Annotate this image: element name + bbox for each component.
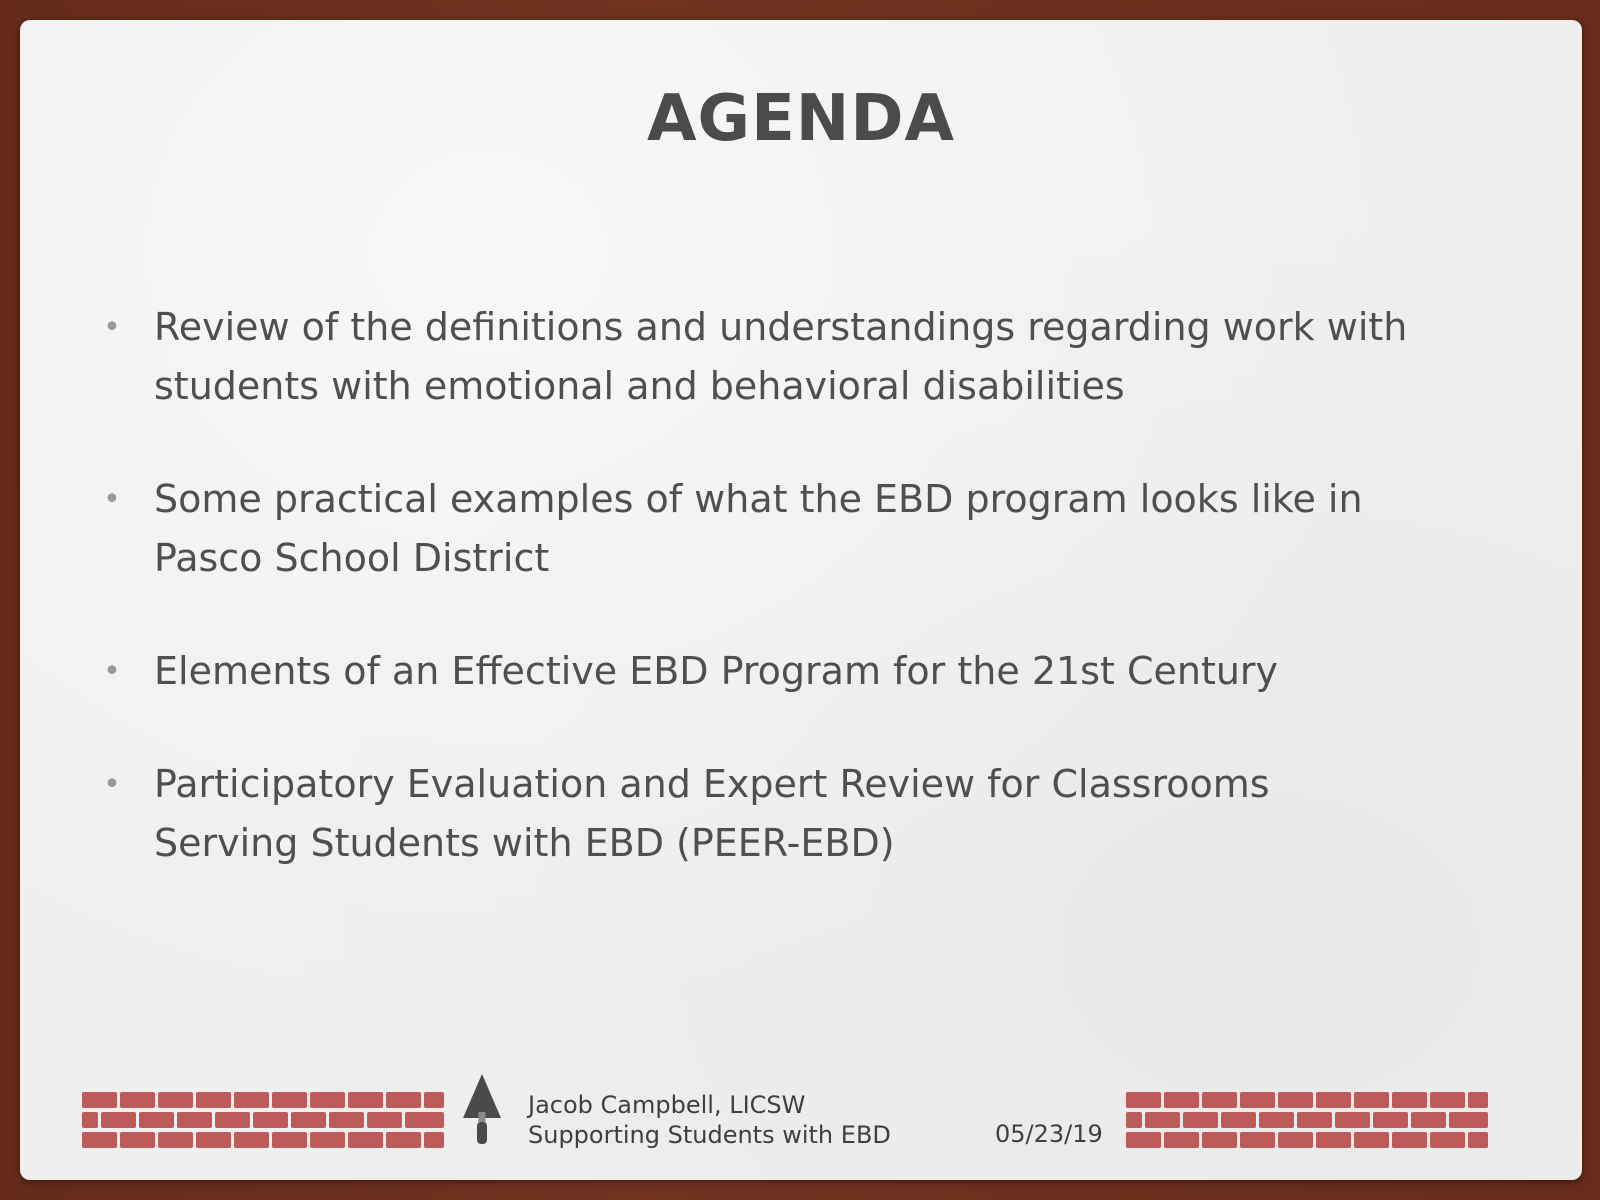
agenda-item-line: Pasco School District [154, 536, 550, 580]
trowel-icon [463, 1074, 501, 1144]
brick-wall-icon [1126, 1092, 1488, 1148]
bullet-dot: • [103, 654, 121, 689]
agenda-item-line: Some practical examples of what the EBD … [154, 477, 1363, 521]
agenda-item-line: Serving Students with EBD (PEER-EBD) [154, 821, 895, 865]
agenda-item-line: Elements of an Effective EBD Program for… [154, 649, 1279, 693]
footer-credits: Jacob Campbell, LICSW Supporting Student… [528, 1090, 891, 1150]
bullet-dot: • [103, 310, 121, 345]
agenda-item-line: Participatory Evaluation and Expert Revi… [154, 762, 1270, 806]
slide: AGENDA • Review of the definitions and u… [20, 20, 1582, 1180]
presentation-title: Supporting Students with EBD [528, 1121, 891, 1149]
slide-title: AGENDA [647, 82, 955, 156]
agenda-item: • Review of the definitions and understa… [90, 298, 1510, 416]
agenda-item-line: students with emotional and behavioral d… [154, 364, 1125, 408]
agenda-item-line: Review of the definitions and understand… [154, 305, 1408, 349]
agenda-item: • Elements of an Effective EBD Program f… [90, 642, 1510, 701]
agenda-item: • Some practical examples of what the EB… [90, 470, 1510, 588]
bullet-dot: • [103, 767, 121, 802]
slide-date: 05/23/19 [995, 1120, 1103, 1148]
agenda-item: • Participatory Evaluation and Expert Re… [90, 755, 1510, 873]
author-name: Jacob Campbell, LICSW [528, 1091, 806, 1119]
brick-wall-icon [82, 1092, 444, 1148]
bullet-dot: • [103, 482, 121, 517]
agenda-list: • Review of the definitions and understa… [90, 298, 1510, 927]
